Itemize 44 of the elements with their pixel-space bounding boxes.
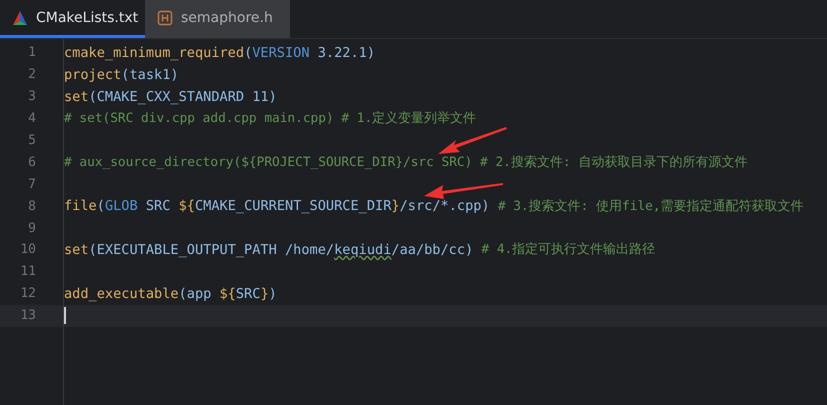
line-number: 13 xyxy=(19,308,36,324)
code-text: } xyxy=(260,286,269,302)
code-text: } xyxy=(391,198,400,214)
code-text: (CMAKE_CXX_STANDARD 11) xyxy=(88,88,277,105)
line-number: 6 xyxy=(27,154,36,170)
line-number: 7 xyxy=(27,176,36,192)
line-number: 1 xyxy=(27,45,36,60)
code-text: 3.22.1) xyxy=(316,44,376,61)
line-number: 9 xyxy=(27,220,36,236)
code-text: (app xyxy=(178,286,212,302)
line-number: 12 xyxy=(19,286,36,302)
code-text: ${ xyxy=(178,198,195,214)
code-text: ) xyxy=(268,286,277,302)
code-function: file xyxy=(64,198,97,214)
line-number: 4 xyxy=(27,111,36,126)
code-text: /src/*.cpp) xyxy=(400,198,491,214)
code-keyword: GLOB xyxy=(104,198,138,214)
line-number: 10 xyxy=(19,242,36,258)
code-text: (task1) xyxy=(121,66,179,83)
code-comment: # aux_source_directory(${PROJECT_SOURCE_DIR}/src SRC) # 2.搜索文件: 自动获取目录下的所有源文件 xyxy=(64,154,748,171)
line-number: 8 xyxy=(27,198,36,214)
code-word: keqiudi xyxy=(334,242,392,258)
code-comment: # 3.搜索文件: 使用file,需要指定通配符获取文件 xyxy=(498,198,804,215)
editor-tab[interactable]: semaphore.h xyxy=(145,0,290,38)
code-function: project xyxy=(64,66,122,83)
code-text: CMAKE_CURRENT_SOURCE_DIR xyxy=(194,198,392,214)
code-text: SRC xyxy=(236,286,260,302)
code-comment: # set(SRC div.cpp add.cpp main.cpp) # 1.定义变量列举文件 xyxy=(64,110,476,128)
line-number: 2 xyxy=(27,67,36,82)
code-keyword: VERSION xyxy=(252,44,310,61)
line-number: 5 xyxy=(27,133,36,148)
code-text: ${ xyxy=(220,286,236,302)
code-comment: # 4.指定可执行文件输出路径 xyxy=(481,241,656,258)
code-function: add_executable xyxy=(64,286,179,302)
line-number: 3 xyxy=(27,89,36,104)
code-function: set xyxy=(64,242,89,258)
code-function: cmake_minimum_required xyxy=(64,44,244,61)
line-number: 11 xyxy=(19,264,36,280)
code-text: (EXECUTABLE_OUTPUT_PATH /home/ xyxy=(88,242,334,258)
code-text: /aa/bb/cc) xyxy=(391,242,474,258)
code-function: set xyxy=(64,88,89,105)
code-text: SRC xyxy=(144,198,172,214)
code-text: ( xyxy=(244,44,252,61)
code-text: ( xyxy=(96,198,105,214)
